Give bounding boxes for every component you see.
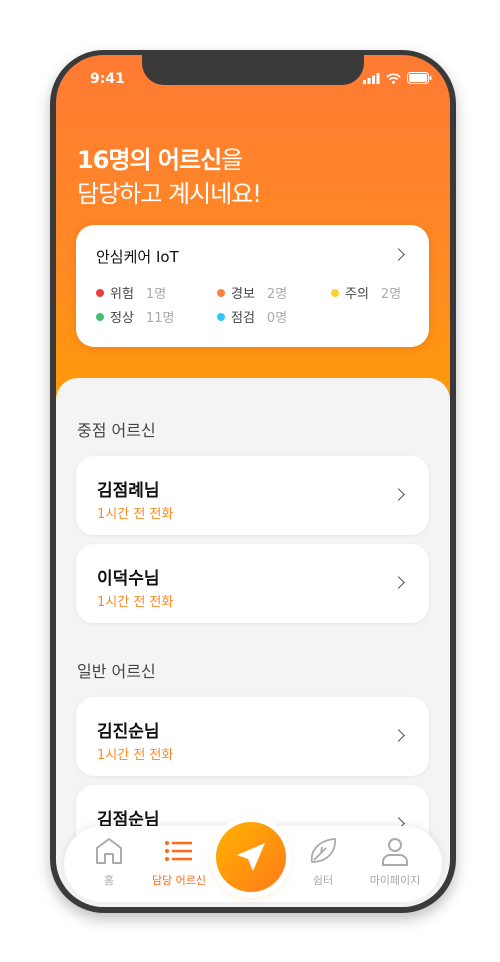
elder-card[interactable]: 이덕수님 1시간 전 전화: [76, 544, 429, 623]
stat-count: 11명: [145, 311, 175, 326]
status-time: 9:41: [90, 71, 125, 87]
tab-label: 홈: [103, 874, 115, 887]
battery-icon: [407, 72, 432, 84]
headline-suffix: 을: [221, 146, 243, 174]
stat-check: 점검 0명: [217, 307, 287, 326]
stat-normal: 정상 11명: [96, 307, 174, 326]
chevron-right-icon: [392, 729, 405, 742]
status-icons: [363, 72, 432, 84]
notch: [142, 55, 364, 85]
tab-mypage[interactable]: 마이페이지: [360, 836, 430, 888]
iot-card[interactable]: 안심케어 IoT 위험 1명 경보 2명 주의 2명 정상 11명 점검 0명: [76, 225, 429, 347]
elder-name: 이덕수님: [97, 569, 160, 589]
tab-label: 쉼터: [312, 874, 334, 887]
home-icon: [96, 838, 122, 864]
tab-label: 담당 어르신: [151, 874, 207, 887]
stat-danger: 위험 1명: [96, 283, 166, 302]
chevron-right-icon: [392, 248, 405, 261]
stat-label: 위험: [110, 287, 134, 302]
stat-count: 2명: [380, 287, 402, 302]
stat-count: 0명: [266, 311, 288, 326]
elder-name: 김점례님: [97, 481, 160, 501]
elder-card[interactable]: 김진순님 1시간 전 전화: [76, 697, 429, 776]
elder-name: 김진순님: [97, 722, 160, 742]
elder-count: 16명의 어르신: [77, 146, 222, 174]
last-call: 1시간 전 전화: [97, 507, 174, 522]
green-dot-icon: [96, 312, 104, 321]
tab-my-elders[interactable]: 담당 어르신: [144, 836, 214, 888]
chevron-right-icon: [392, 488, 405, 501]
person-icon: [382, 838, 408, 866]
red-dot-icon: [96, 288, 104, 297]
stat-label: 정상: [110, 311, 134, 326]
tab-label: 마이페이지: [369, 874, 421, 887]
last-call: 1시간 전 전화: [97, 748, 174, 763]
stat-label: 점검: [231, 311, 255, 326]
screen: 9:41 16명의 어르신을 담당하고 계시네요! 안심케어 IoT 위험 1명 …: [56, 55, 450, 907]
send-button[interactable]: [216, 822, 286, 892]
headline-line2: 담당하고 계시네요!: [77, 180, 262, 208]
elder-card[interactable]: 김점례님 1시간 전 전화: [76, 456, 429, 535]
stat-label: 경보: [231, 287, 255, 302]
list-icon: [165, 841, 192, 861]
tab-shelter[interactable]: 쉼터: [288, 836, 358, 888]
section-title-priority: 중점 어르신: [77, 421, 156, 440]
leaf-icon: [310, 838, 336, 863]
iot-title: 안심케어 IoT: [96, 248, 179, 266]
orange-dot-icon: [217, 288, 225, 297]
wifi-icon: [386, 72, 401, 84]
stat-count: 2명: [266, 287, 288, 302]
tab-home[interactable]: 홈: [74, 836, 144, 888]
stat-caution: 주의 2명: [331, 283, 401, 302]
stat-alarm: 경보 2명: [217, 283, 287, 302]
headline: 16명의 어르신을 담당하고 계시네요!: [77, 143, 262, 211]
section-title-general: 일반 어르신: [77, 662, 156, 681]
send-icon: [237, 843, 265, 871]
yellow-dot-icon: [331, 288, 339, 297]
last-call: 1시간 전 전화: [97, 595, 174, 610]
signal-icon: [363, 72, 380, 84]
stat-count: 1명: [145, 287, 167, 302]
stat-label: 주의: [345, 287, 369, 302]
blue-dot-icon: [217, 312, 225, 321]
phone-frame: 9:41 16명의 어르신을 담당하고 계시네요! 안심케어 IoT 위험 1명 …: [50, 50, 456, 913]
chevron-right-icon: [392, 576, 405, 589]
